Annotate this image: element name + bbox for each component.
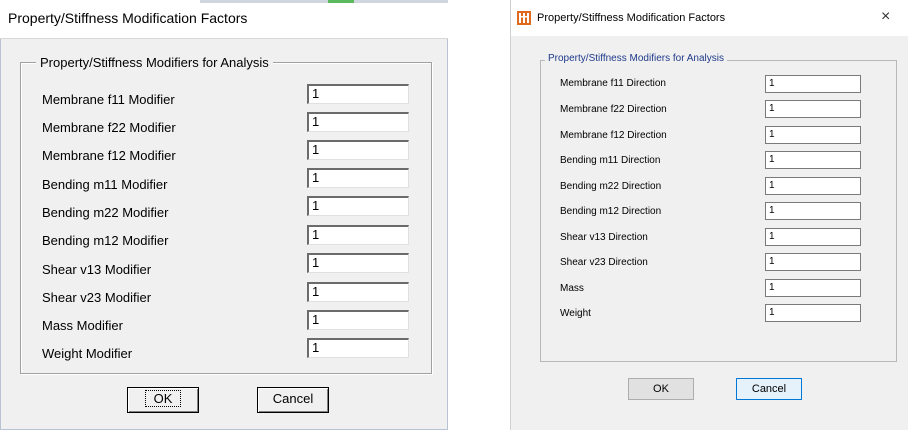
mass-input[interactable]: 1 [307, 310, 409, 330]
ok-button[interactable]: OK [127, 387, 199, 413]
field-label: Weight Modifier [42, 346, 133, 361]
field-label: Bending m12 Modifier [42, 233, 169, 248]
shear-v23-input[interactable]: 1 [765, 253, 861, 271]
field-label: Bending m22 Direction [560, 181, 662, 192]
bending-m12-input[interactable]: 1 [765, 202, 861, 220]
membrane-f22-input[interactable]: 1 [765, 100, 861, 118]
field-label: Shear v23 Direction [560, 257, 648, 268]
dialog-left: Property/Stiffness Modification Factors … [0, 0, 448, 430]
membrane-f11-input[interactable]: 1 [765, 75, 861, 93]
dialog-right: Property/Stiffness Modification Factors … [510, 0, 908, 430]
weight-input[interactable]: 1 [307, 338, 409, 358]
field-label: Membrane f22 Modifier [42, 120, 176, 135]
bending-m12-input[interactable]: 1 [307, 225, 409, 245]
shear-v23-input[interactable]: 1 [307, 282, 409, 302]
field-label: Membrane f11 Direction [560, 78, 666, 89]
field-label: Weight [560, 308, 591, 319]
bending-m11-input[interactable]: 1 [307, 168, 409, 188]
membrane-f12-input[interactable]: 1 [307, 140, 409, 160]
field-label: Shear v13 Direction [560, 232, 648, 243]
field-label: Bending m11 Modifier [42, 177, 168, 192]
field-label: Mass Modifier [42, 318, 123, 333]
bending-m11-input[interactable]: 1 [765, 151, 861, 169]
title-bar[interactable]: Property/Stiffness Modification Factors [0, 0, 448, 39]
mass-input[interactable]: 1 [765, 279, 861, 297]
cancel-button[interactable]: Cancel [736, 378, 802, 400]
group-label: Property/Stiffness Modifiers for Analysi… [36, 55, 273, 70]
group-label: Property/Stiffness Modifiers for Analysi… [545, 53, 727, 64]
cancel-button[interactable]: Cancel [257, 387, 329, 413]
membrane-f11-input[interactable]: 1 [307, 84, 409, 104]
field-label: Bending m11 Direction [560, 155, 661, 166]
field-label: Shear v23 Modifier [42, 290, 152, 305]
weight-input[interactable]: 1 [765, 304, 861, 322]
field-label: Membrane f22 Direction [560, 104, 667, 115]
shear-v13-input[interactable]: 1 [765, 228, 861, 246]
ok-button-label: OK [144, 390, 182, 407]
close-icon[interactable]: × [881, 8, 890, 26]
field-label: Membrane f11 Modifier [42, 92, 175, 107]
field-label: Bending m22 Modifier [42, 205, 169, 220]
shear-v13-input[interactable]: 1 [307, 253, 409, 273]
field-label: Membrane f12 Modifier [42, 148, 176, 163]
field-label: Mass [560, 283, 584, 294]
ok-button[interactable]: OK [628, 378, 694, 400]
bending-m22-input[interactable]: 1 [765, 177, 861, 195]
app-icon [517, 11, 531, 25]
membrane-f22-input[interactable]: 1 [307, 112, 409, 132]
bending-m22-input[interactable]: 1 [307, 196, 409, 216]
title-bar[interactable]: Property/Stiffness Modification Factors … [511, 0, 908, 36]
dialog-title: Property/Stiffness Modification Factors [537, 12, 726, 24]
membrane-f12-input[interactable]: 1 [765, 126, 861, 144]
field-label: Membrane f12 Direction [560, 130, 667, 141]
background-window-strip [200, 0, 448, 3]
dialog-title: Property/Stiffness Modification Factors [8, 10, 248, 26]
field-label: Shear v13 Modifier [42, 262, 152, 277]
field-label: Bending m12 Direction [560, 206, 662, 217]
